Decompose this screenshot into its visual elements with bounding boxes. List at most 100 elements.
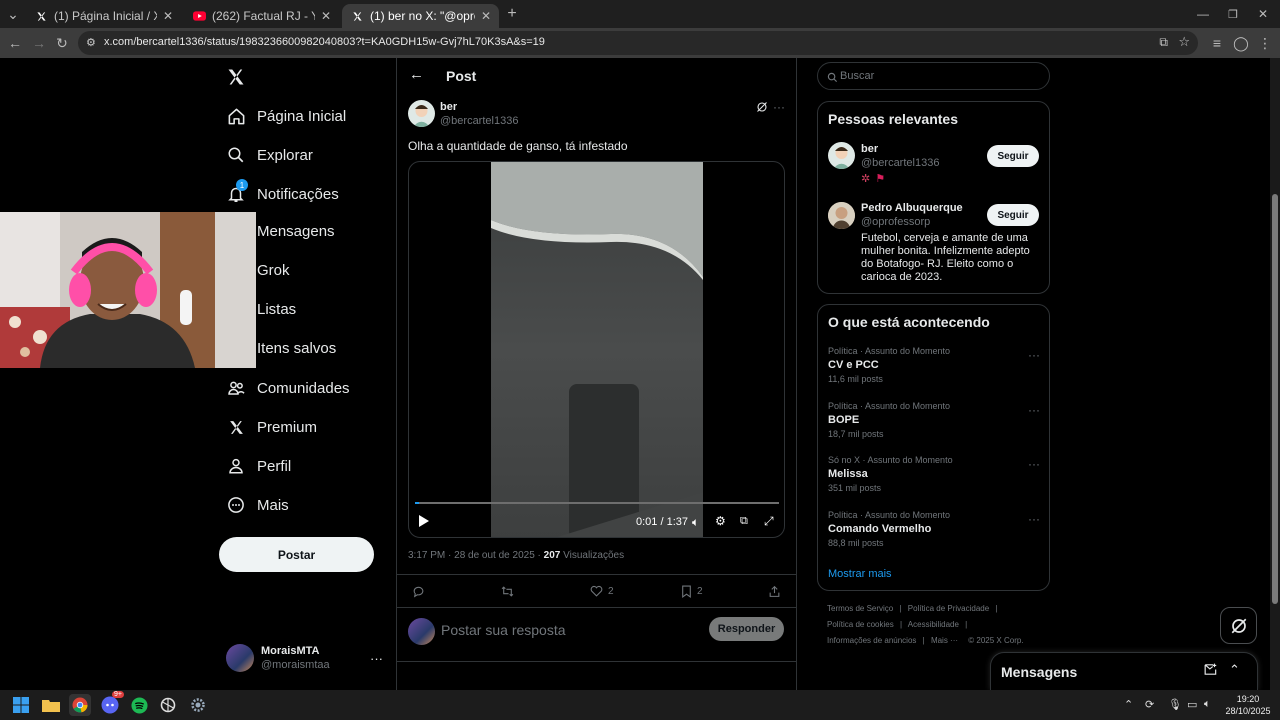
follow-button[interactable]: Seguir (987, 204, 1039, 226)
window-close-icon[interactable]: ✕ (1254, 5, 1272, 23)
sidebar-item-premium[interactable]: Premium (226, 417, 317, 437)
minimize-icon[interactable]: — (1194, 5, 1212, 23)
sidebar-item-explore[interactable]: Explorar (226, 145, 313, 165)
avatar[interactable] (226, 644, 254, 672)
chrome-icon[interactable] (69, 694, 91, 716)
footer-ads-link[interactable]: Informações de anúncios (827, 636, 916, 645)
omnibox[interactable]: ⚙ x.com/bercartel1336/status/19832366009… (78, 31, 1198, 55)
taskbar-clock[interactable]: 19:20 28/10/2025 (1224, 693, 1272, 717)
person-handle[interactable]: @oprofessorp (861, 216, 930, 228)
author-name[interactable]: ber (440, 101, 457, 113)
close-icon[interactable]: ✕ (321, 9, 331, 23)
x-logo-icon[interactable] (226, 67, 246, 87)
tab-home[interactable]: (1) Página Inicial / X ✕ (26, 4, 181, 28)
volume-icon[interactable]: 🔈︎ (692, 515, 699, 530)
profile-icon[interactable]: ◯ (1232, 34, 1250, 52)
search-box[interactable]: Buscar (817, 62, 1050, 90)
person-name[interactable]: Pedro Albuquerque (861, 202, 963, 214)
new-message-icon[interactable] (1204, 663, 1218, 681)
scrollbar[interactable] (1270, 58, 1280, 690)
post-button[interactable]: Postar (219, 537, 374, 572)
speaker-icon[interactable]: 🔈︎ (1204, 698, 1211, 711)
sidebar-item-more[interactable]: Mais (226, 495, 289, 515)
close-icon[interactable]: ✕ (481, 9, 491, 23)
more-horizontal-icon[interactable]: ··· (773, 100, 785, 114)
trend-item[interactable]: Só no X · Assunto do Momento Melissa 351… (828, 455, 1040, 493)
footer-more-link[interactable]: Mais ··· (931, 636, 958, 645)
reload-icon[interactable]: ↻ (53, 34, 71, 52)
forward-icon[interactable]: → (30, 34, 48, 52)
author-handle[interactable]: @bercartel1336 (440, 115, 518, 127)
show-more-link[interactable]: Mostrar mais (828, 568, 892, 580)
trend-item[interactable]: Política · Assunto do Momento BOPE 18,7 … (828, 401, 1040, 439)
bookmark-star-icon[interactable]: ☆ (1178, 34, 1190, 50)
file-explorer-icon[interactable] (40, 694, 62, 716)
footer-cookies-link[interactable]: Política de cookies (827, 620, 894, 629)
person-name[interactable]: ber (861, 143, 878, 155)
url-text[interactable]: x.com/bercartel1336/status/1983236600982… (104, 36, 545, 48)
sidebar-item-communities[interactable]: Comunidades (226, 378, 350, 398)
microphone-icon[interactable]: 🎙︎ (1168, 698, 1182, 711)
settings-gear-icon[interactable]: ⚙ (715, 514, 726, 528)
expand-up-icon[interactable]: ⌃ (1229, 662, 1240, 678)
tab-current-post[interactable]: (1) ber no X: "@oprofessorp Oh ✕ (342, 4, 499, 28)
sidebar-item-profile[interactable]: Perfil (226, 456, 291, 476)
spotify-icon[interactable] (128, 694, 150, 716)
sidebar-item-grok[interactable]: Grok (257, 262, 290, 279)
windows-start-icon[interactable] (10, 694, 32, 716)
reply-button[interactable]: Responder (709, 617, 784, 641)
sidebar-item-lists[interactable]: Listas (257, 301, 296, 318)
account-name[interactable]: MoraisMTA (261, 645, 319, 657)
messages-drawer[interactable]: Mensagens ⌃ (990, 652, 1258, 690)
fullscreen-icon[interactable]: ⤢ (764, 514, 774, 529)
more-horizontal-icon[interactable]: ··· (370, 651, 383, 666)
retweet-action[interactable] (500, 585, 515, 598)
site-info-icon[interactable]: ⚙ (86, 36, 96, 49)
trend-item[interactable]: Política · Assunto do Momento Comando Ve… (828, 510, 1040, 548)
pip-icon[interactable]: ⧉ (740, 515, 748, 528)
avatar[interactable] (828, 142, 855, 169)
search-input[interactable]: Buscar (840, 70, 874, 82)
author-avatar[interactable] (408, 100, 435, 127)
back-arrow-icon[interactable]: ← (409, 66, 424, 83)
more-horizontal-icon[interactable]: ··· (1028, 403, 1040, 417)
footer-privacy-link[interactable]: Política de Privacidade (908, 604, 989, 613)
discord-icon[interactable]: 9+ (99, 691, 124, 716)
back-icon[interactable]: ← (6, 34, 24, 52)
sidebar-item-bookmarks[interactable]: Itens salvos (257, 340, 336, 357)
menu-kebab-icon[interactable]: ⋮ (1256, 34, 1274, 52)
tab-search-icon[interactable]: ⌄ (4, 5, 22, 23)
tweet-timestamp[interactable]: 3:17 PM · 28 de out de 2025 · (408, 550, 541, 561)
install-app-icon[interactable]: ⧉ (1159, 35, 1168, 50)
person-handle[interactable]: @bercartel1336 (861, 157, 939, 169)
grok-icon[interactable] (756, 101, 768, 116)
share-action[interactable] (768, 585, 781, 598)
close-icon[interactable]: ✕ (163, 9, 173, 23)
video-scrubber[interactable] (415, 502, 779, 504)
reply-input[interactable]: Postar sua resposta (441, 622, 566, 638)
like-action[interactable]: 2 (590, 585, 614, 597)
play-icon[interactable] (418, 514, 430, 528)
media-icon[interactable]: ≡ (1208, 34, 1226, 52)
new-tab-icon[interactable]: + (503, 5, 521, 23)
reply-action[interactable] (412, 585, 425, 598)
more-horizontal-icon[interactable]: ··· (1028, 512, 1040, 526)
scrollbar-thumb[interactable] (1272, 194, 1278, 604)
footer-terms-link[interactable]: Termos de Serviço (827, 604, 893, 613)
bookmark-action[interactable]: 2 (681, 585, 703, 598)
more-horizontal-icon[interactable]: ··· (1028, 457, 1040, 471)
tab-youtube[interactable]: (262) Factual RJ - YouTube ✕ (184, 4, 339, 28)
grok-float-button[interactable] (1220, 607, 1257, 644)
sidebar-item-home[interactable]: Página Inicial (226, 106, 346, 126)
video-player[interactable]: 0:01 / 1:37 🔈︎ ⚙ ⧉ ⤢ (408, 161, 785, 538)
follow-button[interactable]: Seguir (987, 145, 1039, 167)
footer-accessibility-link[interactable]: Acessibilidade (908, 620, 959, 629)
settings-gear-icon[interactable] (187, 694, 209, 716)
openai-icon[interactable] (157, 694, 179, 716)
more-horizontal-icon[interactable]: ··· (1028, 348, 1040, 362)
trend-item[interactable]: Política · Assunto do Momento CV e PCC 1… (828, 346, 1040, 384)
sidebar-item-messages[interactable]: Mensagens (257, 223, 335, 240)
sidebar-item-notifications[interactable]: 1 Notificações (226, 179, 339, 204)
tray-sync-icon[interactable]: ⟳ (1145, 698, 1154, 711)
restore-icon[interactable]: ❐ (1224, 5, 1242, 23)
